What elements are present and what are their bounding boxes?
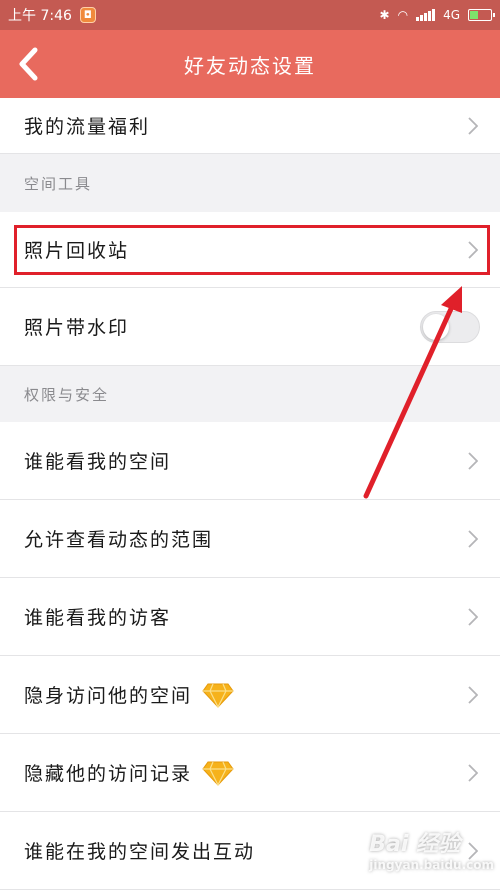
chevron-right-icon — [468, 240, 478, 259]
chevron-right-icon — [468, 607, 478, 626]
diamond-vip-icon — [202, 761, 234, 786]
back-button[interactable] — [8, 44, 48, 84]
chevron-right-icon — [468, 116, 478, 135]
wifi-icon: ◠ — [397, 8, 409, 22]
toggle-knob — [423, 313, 449, 340]
chevron-right-icon — [468, 841, 478, 860]
row-label: 照片带水印 — [24, 317, 130, 339]
row-hide-visit-record[interactable]: 隐藏他的访问记录 — [0, 734, 500, 812]
row-label: 隐藏他的访问记录 — [24, 763, 193, 785]
status-bar: 上午 7:46 ◘ ✱ ◠ 4G — [0, 0, 500, 30]
row-label: 照片回收站 — [24, 240, 130, 262]
row-allow-view-range[interactable]: 允许查看动态的范围 — [0, 500, 500, 578]
battery-icon — [468, 9, 495, 21]
qzone-badge-icon: ◘ — [79, 7, 96, 23]
row-traffic-welfare[interactable]: 我的流量福利 — [0, 98, 500, 154]
row-who-can-interact[interactable]: 谁能在我的空间发出互动 — [0, 812, 500, 890]
watermark-toggle[interactable] — [420, 310, 480, 343]
chevron-right-icon — [468, 451, 478, 470]
row-label: 我的流量福利 — [24, 116, 151, 138]
signal-icon — [416, 9, 436, 21]
row-who-can-view[interactable]: 谁能看我的空间 — [0, 422, 500, 500]
status-time: 上午 7:46 — [8, 8, 72, 24]
row-photo-watermark: 照片带水印 — [0, 288, 500, 366]
section-title: 空间工具 — [24, 174, 93, 193]
chevron-left-icon — [19, 47, 38, 81]
row-label: 谁能看我的访客 — [24, 607, 172, 629]
row-label: 允许查看动态的范围 — [24, 529, 214, 551]
settings-list: 我的流量福利 空间工具 照片回收站 照片带水印 权限与安全 谁能看我的空间 允许… — [0, 98, 500, 890]
row-label: 隐身访问他的空间 — [24, 685, 193, 707]
network-type: 4G — [443, 8, 460, 22]
nav-bar: 好友动态设置 — [0, 30, 500, 98]
row-label: 谁能看我的空间 — [24, 451, 172, 473]
chevron-right-icon — [468, 763, 478, 782]
row-who-can-view-visitors[interactable]: 谁能看我的访客 — [0, 578, 500, 656]
diamond-vip-icon — [202, 683, 234, 708]
row-label: 谁能在我的空间发出互动 — [24, 841, 256, 863]
page-title: 好友动态设置 — [184, 53, 316, 78]
bluetooth-icon: ✱ — [379, 8, 390, 22]
row-invisible-visit[interactable]: 隐身访问他的空间 — [0, 656, 500, 734]
section-permission-security: 权限与安全 — [0, 366, 500, 422]
section-space-tools: 空间工具 — [0, 154, 500, 212]
chevron-right-icon — [468, 529, 478, 548]
row-photo-recycle[interactable]: 照片回收站 — [0, 212, 500, 288]
section-title: 权限与安全 — [24, 385, 110, 404]
chevron-right-icon — [468, 685, 478, 704]
